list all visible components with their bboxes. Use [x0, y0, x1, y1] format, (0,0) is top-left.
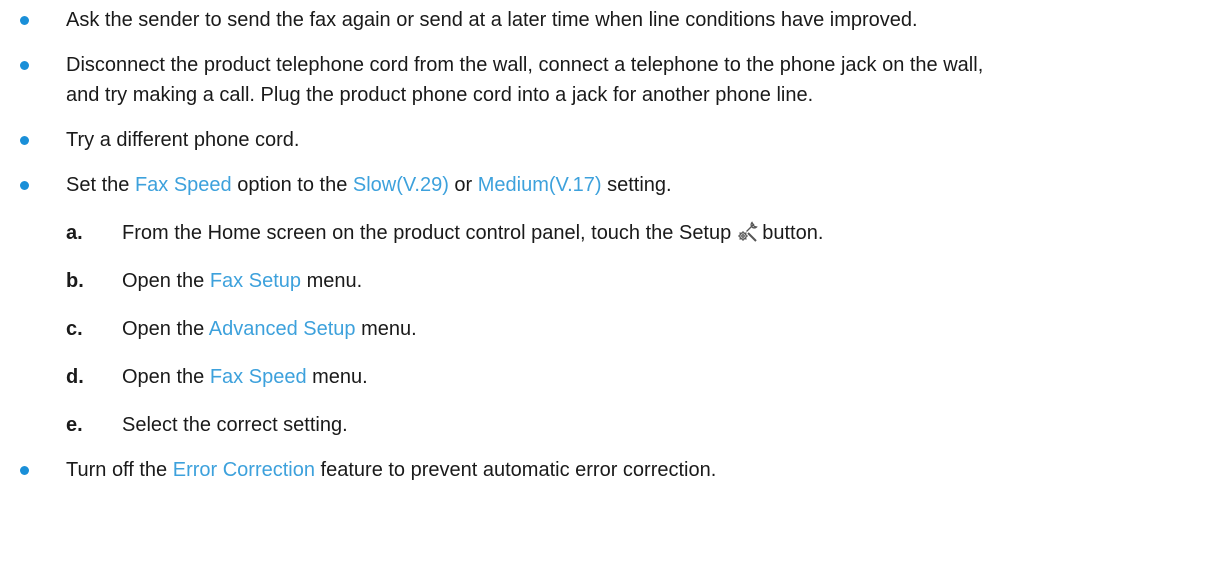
- step-text: Open the Advanced Setup menu.: [122, 314, 417, 345]
- step-letter: b.: [66, 270, 84, 292]
- bullet-text: Try a different phone cord.: [66, 129, 300, 151]
- step-letter: c.: [66, 318, 83, 340]
- step-letter: e.: [66, 414, 83, 436]
- text-segment: feature to prevent automatic error corre…: [315, 459, 717, 481]
- step-letter: a.: [66, 222, 83, 244]
- bullet-dot-icon: [20, 61, 29, 70]
- step-text: Open the Fax Speed menu.: [122, 362, 368, 393]
- bullet-dot-icon: [20, 136, 29, 145]
- step-text: From the Home screen on the product cont…: [122, 218, 823, 249]
- bullet-text-line-2: and try making a call. Plug the product …: [66, 84, 814, 106]
- setup-wrench-gear-icon: [735, 220, 759, 244]
- bullet-dot-icon: [20, 466, 29, 475]
- bullet-text: Set the Fax Speed option to the Slow(V.2…: [66, 170, 672, 201]
- text-segment: option to the: [231, 174, 353, 196]
- text-segment: setting.: [601, 174, 672, 196]
- text-segment: button.: [762, 222, 824, 244]
- bullet-text: Ask the sender to send the fax again or …: [66, 9, 918, 31]
- bullet-dot-icon: [20, 181, 29, 190]
- document-page: Ask the sender to send the fax again or …: [0, 0, 1219, 574]
- text-segment: Open the: [122, 366, 210, 388]
- text-segment: menu.: [306, 366, 368, 388]
- bullet-text-line-1: Disconnect the product telephone cord fr…: [66, 54, 984, 76]
- bullet-dot-icon: [20, 16, 29, 25]
- slow-v29-setting-link: Slow(V.29): [352, 174, 449, 196]
- fax-speed-option-link: Fax Speed: [134, 174, 232, 196]
- text-segment: Turn off the: [66, 459, 173, 481]
- text-segment: Open the: [122, 270, 210, 292]
- step-letter: d.: [66, 366, 84, 388]
- step-text: Select the correct setting.: [122, 414, 348, 436]
- step-text: Open the Fax Setup menu.: [122, 266, 362, 297]
- fax-speed-menu-link: Fax Speed: [209, 366, 307, 388]
- text-segment: menu.: [355, 318, 417, 340]
- fax-setup-menu-link: Fax Setup: [209, 270, 302, 292]
- bullet-text: Turn off the Error Correction feature to…: [66, 455, 716, 486]
- error-correction-feature-link: Error Correction: [172, 459, 315, 481]
- text-segment: From the Home screen on the product cont…: [122, 222, 732, 244]
- text-segment: Set the: [66, 174, 135, 196]
- advanced-setup-menu-link: Advanced Setup: [208, 318, 356, 340]
- text-segment: menu.: [301, 270, 363, 292]
- medium-v17-setting-link: Medium(V.17): [477, 174, 602, 196]
- text-segment: Open the: [122, 318, 209, 340]
- text-segment: or: [448, 174, 478, 196]
